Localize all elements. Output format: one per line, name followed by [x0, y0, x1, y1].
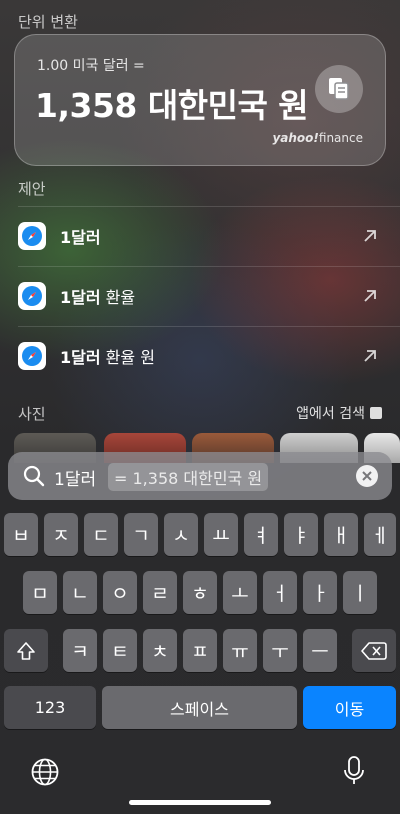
- key[interactable]: ㄱ: [124, 513, 158, 556]
- key[interactable]: ㅌ: [103, 629, 137, 672]
- key[interactable]: ㅜ: [263, 629, 297, 672]
- shift-icon: [17, 641, 35, 660]
- search-icon: [23, 465, 45, 487]
- arrow-up-right-icon: [364, 290, 376, 302]
- key[interactable]: ㅅ: [164, 513, 198, 556]
- key[interactable]: ㅡ: [303, 629, 337, 672]
- conversion-from: 1.00 미국 달러 =: [37, 58, 145, 74]
- key[interactable]: ㅎ: [183, 571, 217, 614]
- suggestion-item[interactable]: 1달러 환율: [0, 267, 400, 325]
- key[interactable]: ㅇ: [103, 571, 137, 614]
- key[interactable]: ㅋ: [63, 629, 97, 672]
- suggestions-title: 제안: [18, 180, 46, 198]
- key[interactable]: ㅐ: [324, 513, 358, 556]
- key[interactable]: ㅓ: [263, 571, 297, 614]
- key[interactable]: ㅛ: [204, 513, 238, 556]
- search-query: 1달러: [54, 470, 97, 490]
- search-in-app-link[interactable]: 앱에서 검색: [296, 403, 382, 423]
- key[interactable]: ㅣ: [343, 571, 377, 614]
- open-in-app-icon: [370, 407, 382, 419]
- return-key[interactable]: 이동: [303, 686, 396, 729]
- arrow-up-right-icon: [364, 350, 376, 362]
- copy-icon: [329, 78, 349, 100]
- suggestion-label: 1달러 환율 원: [60, 348, 155, 367]
- key[interactable]: ㅊ: [143, 629, 177, 672]
- suggestion-label: 1달러 환율: [60, 288, 136, 307]
- key[interactable]: ㅔ: [364, 513, 396, 556]
- key[interactable]: ㅂ: [4, 513, 38, 556]
- suggestion-item[interactable]: 1달러: [0, 207, 400, 265]
- key[interactable]: ㅈ: [44, 513, 78, 556]
- safari-icon: [18, 342, 46, 370]
- key[interactable]: ㅕ: [244, 513, 278, 556]
- shift-key[interactable]: [4, 629, 48, 672]
- unit-conversion-title: 단위 변환: [18, 13, 78, 31]
- globe-button[interactable]: [30, 757, 60, 791]
- key[interactable]: ㅏ: [303, 571, 337, 614]
- key[interactable]: ㄷ: [84, 513, 118, 556]
- key[interactable]: ㅗ: [223, 571, 257, 614]
- dictation-button[interactable]: [342, 755, 366, 791]
- safari-icon: [18, 282, 46, 310]
- key[interactable]: ㅍ: [183, 629, 217, 672]
- safari-icon: [18, 222, 46, 250]
- clear-icon: [362, 471, 372, 481]
- key[interactable]: ㄹ: [143, 571, 177, 614]
- search-bar[interactable]: 1달러 = 1,358 대한민국 원: [8, 452, 392, 500]
- suggestion-item[interactable]: 1달러 환율 원: [0, 327, 400, 385]
- globe-icon: [31, 758, 59, 786]
- delete-key[interactable]: [352, 629, 396, 672]
- space-key[interactable]: 스페이스: [102, 686, 297, 729]
- numbers-key[interactable]: 123: [4, 686, 96, 729]
- delete-icon: [361, 641, 387, 660]
- conversion-result: 1,358 대한민국 원: [35, 86, 309, 125]
- suggestion-label: 1달러: [60, 228, 101, 247]
- photos-title: 사진: [18, 405, 46, 423]
- clear-button[interactable]: [356, 465, 378, 487]
- yahoo-finance-logo: yahoo!finance: [272, 131, 363, 145]
- copy-button[interactable]: [315, 65, 363, 113]
- key[interactable]: ㄴ: [63, 571, 97, 614]
- home-indicator: [129, 800, 271, 805]
- keyboard: ㅂ ㅈ ㄷ ㄱ ㅅ ㅛ ㅕ ㅑ ㅐ ㅔ ㅁ ㄴ ㅇ ㄹ ㅎ ㅗ ㅓ ㅏ ㅣ ㅋ …: [0, 503, 400, 814]
- key[interactable]: ㅁ: [23, 571, 57, 614]
- key[interactable]: ㅑ: [284, 513, 318, 556]
- arrow-up-right-icon: [364, 230, 376, 242]
- key[interactable]: ㅠ: [223, 629, 257, 672]
- search-completion: = 1,358 대한민국 원: [108, 463, 269, 491]
- microphone-icon: [344, 756, 364, 784]
- conversion-card[interactable]: 1.00 미국 달러 = 1,358 대한민국 원 yahoo!finance: [14, 34, 386, 166]
